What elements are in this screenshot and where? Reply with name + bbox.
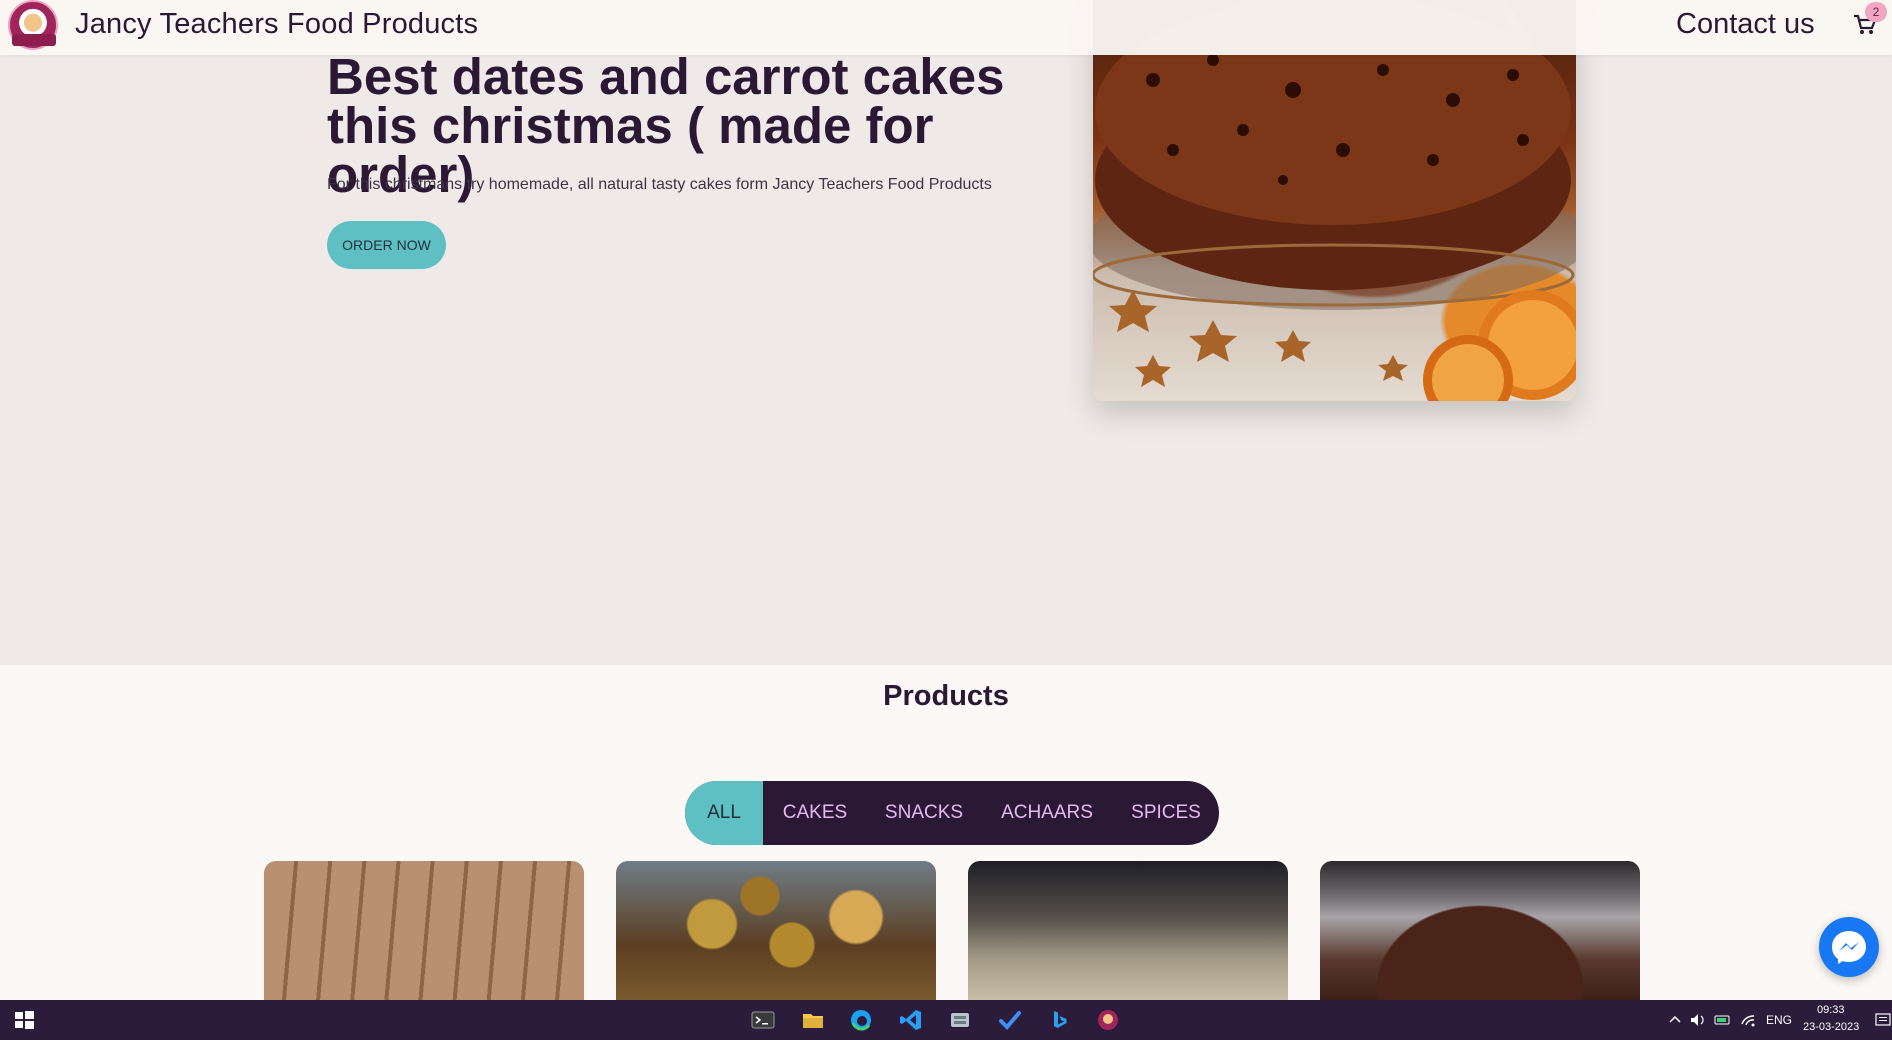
bing-icon[interactable]	[1047, 1008, 1071, 1032]
hero-section: Best dates and carrot cakes this christm…	[0, 0, 1892, 665]
tab-all[interactable]: ALL	[685, 781, 763, 845]
cart-count-badge: 2	[1865, 2, 1887, 22]
wifi-icon[interactable]	[1740, 1008, 1758, 1032]
brand-name[interactable]: Jancy Teachers Food Products	[75, 8, 478, 41]
notifications-icon[interactable]	[1874, 1008, 1892, 1032]
product-card-image[interactable]	[616, 861, 936, 1001]
file-explorer-icon[interactable]	[801, 1008, 825, 1032]
tab-achaars[interactable]: ACHAARS	[981, 781, 1113, 845]
tab-cakes[interactable]: CAKES	[763, 781, 867, 845]
jancy-app-icon[interactable]	[1096, 1008, 1120, 1032]
terminal-icon[interactable]	[751, 1008, 775, 1032]
todo-app-icon[interactable]	[998, 1008, 1022, 1032]
edge-browser-icon[interactable]	[849, 1008, 873, 1032]
site-header: Jancy Teachers Food Products Contact us …	[0, 0, 1892, 55]
volume-icon[interactable]	[1689, 1008, 1707, 1032]
clock-date[interactable]: 23-03-2023	[1803, 1021, 1859, 1033]
product-category-tabs: ALL CAKES SNACKS ACHAARS SPICES	[685, 781, 1219, 845]
storage-app-icon[interactable]	[948, 1008, 972, 1032]
logo-ribbon	[12, 34, 56, 46]
products-heading: Products	[883, 680, 1009, 712]
hero-description: For this christmans try homemade, all na…	[327, 176, 992, 193]
hero-cake-image	[1093, 0, 1576, 401]
cake-illustration	[1093, 0, 1576, 401]
os-taskbar: ENG 09:33 23-03-2023	[0, 1000, 1892, 1040]
windows-start-icon[interactable]	[12, 1008, 36, 1032]
tray-expand-icon[interactable]	[1667, 1008, 1683, 1032]
vscode-icon[interactable]	[899, 1008, 923, 1032]
clock-time[interactable]: 09:33	[1817, 1004, 1845, 1016]
tab-spices[interactable]: SPICES	[1113, 781, 1219, 845]
input-language[interactable]: ENG	[1766, 1013, 1792, 1027]
battery-icon[interactable]	[1714, 1008, 1732, 1032]
messenger-icon	[1832, 931, 1866, 964]
product-card-image[interactable]	[968, 861, 1288, 1001]
contact-us-link[interactable]: Contact us	[1676, 8, 1815, 41]
product-card-image[interactable]	[264, 861, 584, 1001]
order-now-button[interactable]: ORDER NOW	[327, 221, 446, 269]
product-card-image[interactable]	[1320, 861, 1640, 1001]
tab-snacks[interactable]: SNACKS	[867, 781, 981, 845]
messenger-chat-button[interactable]	[1819, 917, 1879, 977]
